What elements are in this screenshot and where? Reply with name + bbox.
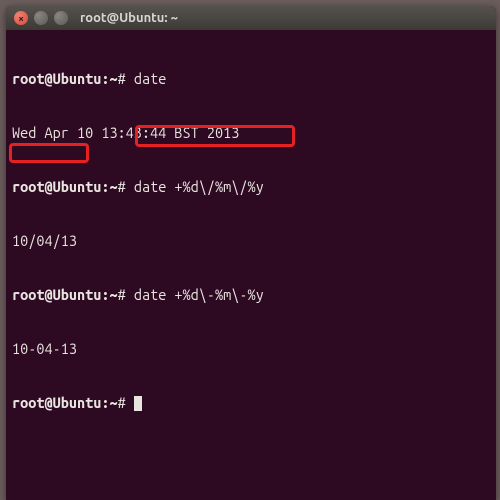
titlebar[interactable]: × root@Ubuntu: ~ — [6, 6, 496, 30]
command-text: date +%d\-%m\-%y — [134, 286, 264, 303]
minimize-icon[interactable] — [34, 11, 48, 25]
terminal-line: root@Ubuntu:~# date +%d\-%m\-%y — [12, 286, 490, 304]
terminal-line: root@Ubuntu:~# date +%d\/%m\/%y — [12, 178, 490, 196]
window-title: root@Ubuntu: ~ — [80, 11, 178, 25]
terminal-line: root@Ubuntu:~# — [12, 394, 490, 412]
terminal-window: × root@Ubuntu: ~ root@Ubuntu:~# date Wed… — [6, 6, 496, 500]
prompt-symbol: # — [118, 394, 126, 411]
maximize-icon[interactable] — [54, 11, 68, 25]
output-text: 10-04-13 — [12, 340, 77, 357]
prompt-userhost: root@Ubuntu — [12, 286, 101, 303]
prompt-userhost: root@Ubuntu — [12, 70, 101, 87]
output-text: Wed Apr 10 13:43:44 BST 2013 — [12, 124, 239, 141]
prompt-userhost: root@Ubuntu — [12, 178, 101, 195]
prompt-path: ~ — [109, 70, 117, 87]
prompt-userhost: root@Ubuntu — [12, 394, 101, 411]
prompt-path: ~ — [109, 178, 117, 195]
command-text: date — [134, 70, 166, 87]
terminal-line: 10/04/13 — [12, 232, 490, 250]
command-text: date +%d\/%m\/%y — [134, 178, 264, 195]
prompt-path: ~ — [109, 286, 117, 303]
output-text: 10/04/13 — [12, 232, 77, 249]
cursor-icon — [134, 396, 142, 411]
terminal-body[interactable]: root@Ubuntu:~# date Wed Apr 10 13:43:44 … — [6, 30, 496, 488]
prompt-path: ~ — [109, 394, 117, 411]
terminal-line: Wed Apr 10 13:43:44 BST 2013 — [12, 124, 490, 142]
prompt-symbol: # — [118, 178, 126, 195]
terminal-line: 10-04-13 — [12, 340, 490, 358]
prompt-symbol: # — [118, 286, 126, 303]
terminal-line: root@Ubuntu:~# date — [12, 70, 490, 88]
prompt-symbol: # — [118, 70, 126, 87]
highlight-output-box — [9, 143, 89, 163]
close-icon[interactable]: × — [14, 11, 28, 25]
